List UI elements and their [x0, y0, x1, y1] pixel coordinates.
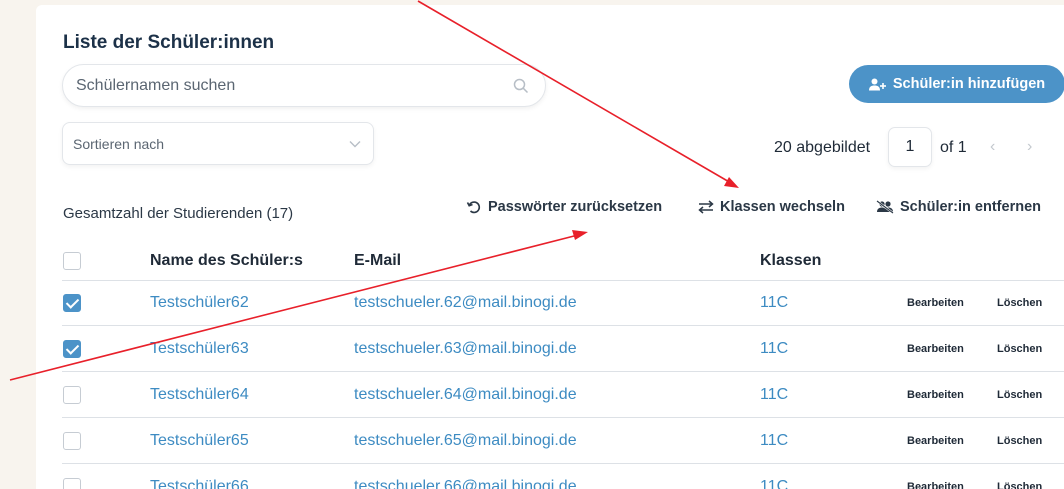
table-header: Name des Schüler:s E-Mail Klassen — [62, 245, 1064, 277]
page-title: Liste der Schüler:innen — [63, 32, 275, 53]
row-checkbox[interactable] — [63, 477, 81, 489]
add-student-button[interactable]: Schüler:in hinzufügen — [849, 65, 1064, 103]
row-checkbox[interactable] — [63, 431, 81, 450]
page-number-input[interactable]: 1 — [888, 127, 932, 167]
total-students: Gesamtzahl der Studierenden (17) — [63, 205, 294, 222]
edit-button[interactable]: Bearbeiten — [907, 481, 964, 489]
prev-page-icon[interactable]: ‹ — [990, 138, 995, 156]
header-classes[interactable]: Klassen — [760, 252, 821, 270]
edit-button[interactable]: Bearbeiten — [907, 297, 964, 309]
student-class-link[interactable]: 11C — [760, 386, 788, 404]
delete-button[interactable]: Löschen — [997, 435, 1042, 447]
remove-users-icon — [876, 200, 894, 214]
student-email-link[interactable]: testschueler.63@mail.binogi.de — [354, 340, 577, 358]
header-name[interactable]: Name des Schüler:s — [150, 252, 303, 270]
table-row[interactable]: Testschüler66 testschueler.66@mail.binogi… — [62, 464, 1064, 489]
student-name-link[interactable]: Testschüler62 — [150, 294, 249, 312]
student-list-panel: Liste der Schüler:innen Schüler:in hinzu… — [36, 5, 1064, 489]
add-user-icon — [868, 78, 886, 90]
reset-passwords-button[interactable]: Passwörter zurücksetzen — [466, 199, 662, 215]
search-box[interactable] — [62, 64, 546, 107]
edit-button[interactable]: Bearbeiten — [907, 389, 964, 401]
edit-button[interactable]: Bearbeiten — [907, 435, 964, 447]
row-checkbox[interactable] — [63, 294, 81, 312]
delete-button[interactable]: Löschen — [997, 343, 1042, 355]
next-page-icon[interactable]: › — [1027, 138, 1032, 156]
sort-label: Sortieren nach — [73, 135, 165, 152]
student-email-link[interactable]: testschueler.66@mail.binogi.de — [354, 478, 577, 489]
student-name-link[interactable]: Testschüler66 — [150, 478, 249, 489]
remove-students-button[interactable]: Schüler:in entfernen — [876, 199, 1041, 215]
student-name-link[interactable]: Testschüler65 — [150, 432, 249, 450]
table-row[interactable]: Testschüler62 testschueler.62@mail.binogi… — [62, 280, 1064, 326]
table-row[interactable]: Testschüler65 testschueler.65@mail.binogi… — [62, 418, 1064, 464]
row-checkbox[interactable] — [63, 385, 81, 404]
student-class-link[interactable]: 11C — [760, 340, 788, 358]
student-email-link[interactable]: testschueler.64@mail.binogi.de — [354, 386, 577, 404]
student-name-link[interactable]: Testschüler64 — [150, 386, 249, 404]
shown-count: 20 abgebildet — [774, 139, 871, 156]
row-checkbox[interactable] — [63, 339, 81, 358]
student-name-link[interactable]: Testschüler63 — [150, 340, 249, 358]
table-row[interactable]: Testschüler64 testschueler.64@mail.binogi… — [62, 372, 1064, 418]
table-row[interactable]: Testschüler63 testschueler.63@mail.binogi… — [62, 326, 1064, 372]
student-email-link[interactable]: testschueler.65@mail.binogi.de — [354, 432, 577, 450]
switch-classes-label: Klassen wechseln — [720, 199, 845, 215]
total-pages: of 1 — [940, 139, 967, 156]
select-all-checkbox[interactable] — [63, 252, 81, 270]
student-class-link[interactable]: 11C — [760, 294, 788, 312]
edit-button[interactable]: Bearbeiten — [907, 343, 964, 355]
reset-icon — [466, 201, 481, 214]
header-email[interactable]: E-Mail — [354, 252, 401, 270]
sort-dropdown[interactable]: Sortieren nach — [62, 122, 374, 165]
student-class-link[interactable]: 11C — [760, 478, 788, 489]
remove-students-label: Schüler:in entfernen — [900, 199, 1041, 215]
chevron-down-icon — [349, 140, 361, 147]
reset-passwords-label: Passwörter zurücksetzen — [488, 199, 663, 215]
student-class-link[interactable]: 11C — [760, 432, 788, 450]
delete-button[interactable]: Löschen — [997, 389, 1042, 401]
swap-arrows-icon — [698, 200, 714, 214]
delete-button[interactable]: Löschen — [997, 297, 1042, 309]
search-input[interactable] — [76, 76, 513, 95]
add-student-label: Schüler:in hinzufügen — [892, 76, 1046, 92]
search-icon[interactable] — [513, 78, 529, 94]
student-email-link[interactable]: testschueler.62@mail.binogi.de — [354, 294, 577, 312]
switch-classes-button[interactable]: Klassen wechseln — [698, 199, 845, 215]
delete-button[interactable]: Löschen — [997, 481, 1042, 489]
